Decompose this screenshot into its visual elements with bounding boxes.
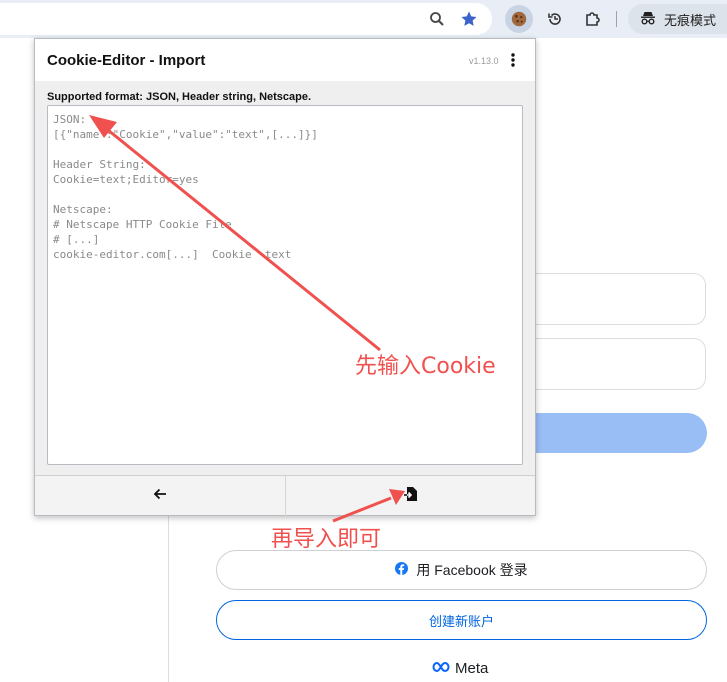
more-vert-icon[interactable]: [508, 52, 518, 68]
create-account-button[interactable]: 创建新账户: [216, 600, 707, 640]
facebook-login-button[interactable]: 用 Facebook 登录: [216, 550, 707, 590]
zoom-icon[interactable]: [423, 5, 451, 33]
facebook-icon: [395, 562, 409, 578]
annotation-step2: 再导入即可: [271, 527, 382, 552]
supported-format-text: Supported format: JSON, Header string, N…: [47, 91, 312, 103]
create-account-label: 创建新账户: [428, 613, 494, 629]
import-file-icon: [404, 486, 418, 507]
extensions-puzzle-icon[interactable]: [578, 5, 606, 33]
screen: 无痕模式 用 Facebook 登录 创建新账户 Meta Cookie-Edi…: [0, 0, 727, 682]
version-label: v1.13.0: [469, 56, 499, 66]
browser-toolbar: 无痕模式: [0, 0, 727, 38]
cookie-editor-popup: Cookie-Editor - Import v1.13.0 Supported…: [34, 38, 536, 516]
popup-footer: [35, 475, 536, 516]
incognito-icon: [640, 11, 656, 28]
incognito-indicator[interactable]: 无痕模式: [628, 4, 727, 34]
popup-title: Cookie-Editor - Import: [47, 52, 206, 69]
meta-label: Meta: [455, 660, 489, 677]
bookmark-star-icon[interactable]: [455, 5, 483, 33]
annotation-step1: 先输入Cookie: [355, 354, 496, 379]
facebook-login-label: 用 Facebook 登录: [416, 562, 528, 578]
import-button[interactable]: [286, 476, 536, 516]
incognito-label: 无痕模式: [664, 12, 717, 28]
cookie-extension-icon[interactable]: [505, 5, 533, 33]
back-button[interactable]: [35, 476, 285, 516]
meta-logo: Meta: [432, 660, 488, 677]
toolbar-separator: [616, 11, 617, 27]
history-icon[interactable]: [541, 5, 569, 33]
popup-header: Cookie-Editor - Import v1.13.0: [35, 39, 535, 81]
meta-infinity-icon: [432, 660, 452, 677]
arrow-left-icon: [153, 487, 167, 505]
address-bar[interactable]: [0, 3, 492, 35]
import-textarea[interactable]: JSON: [{"name":"Cookie","value":"text",[…: [47, 105, 523, 465]
popup-body: Supported format: JSON, Header string, N…: [35, 81, 535, 475]
